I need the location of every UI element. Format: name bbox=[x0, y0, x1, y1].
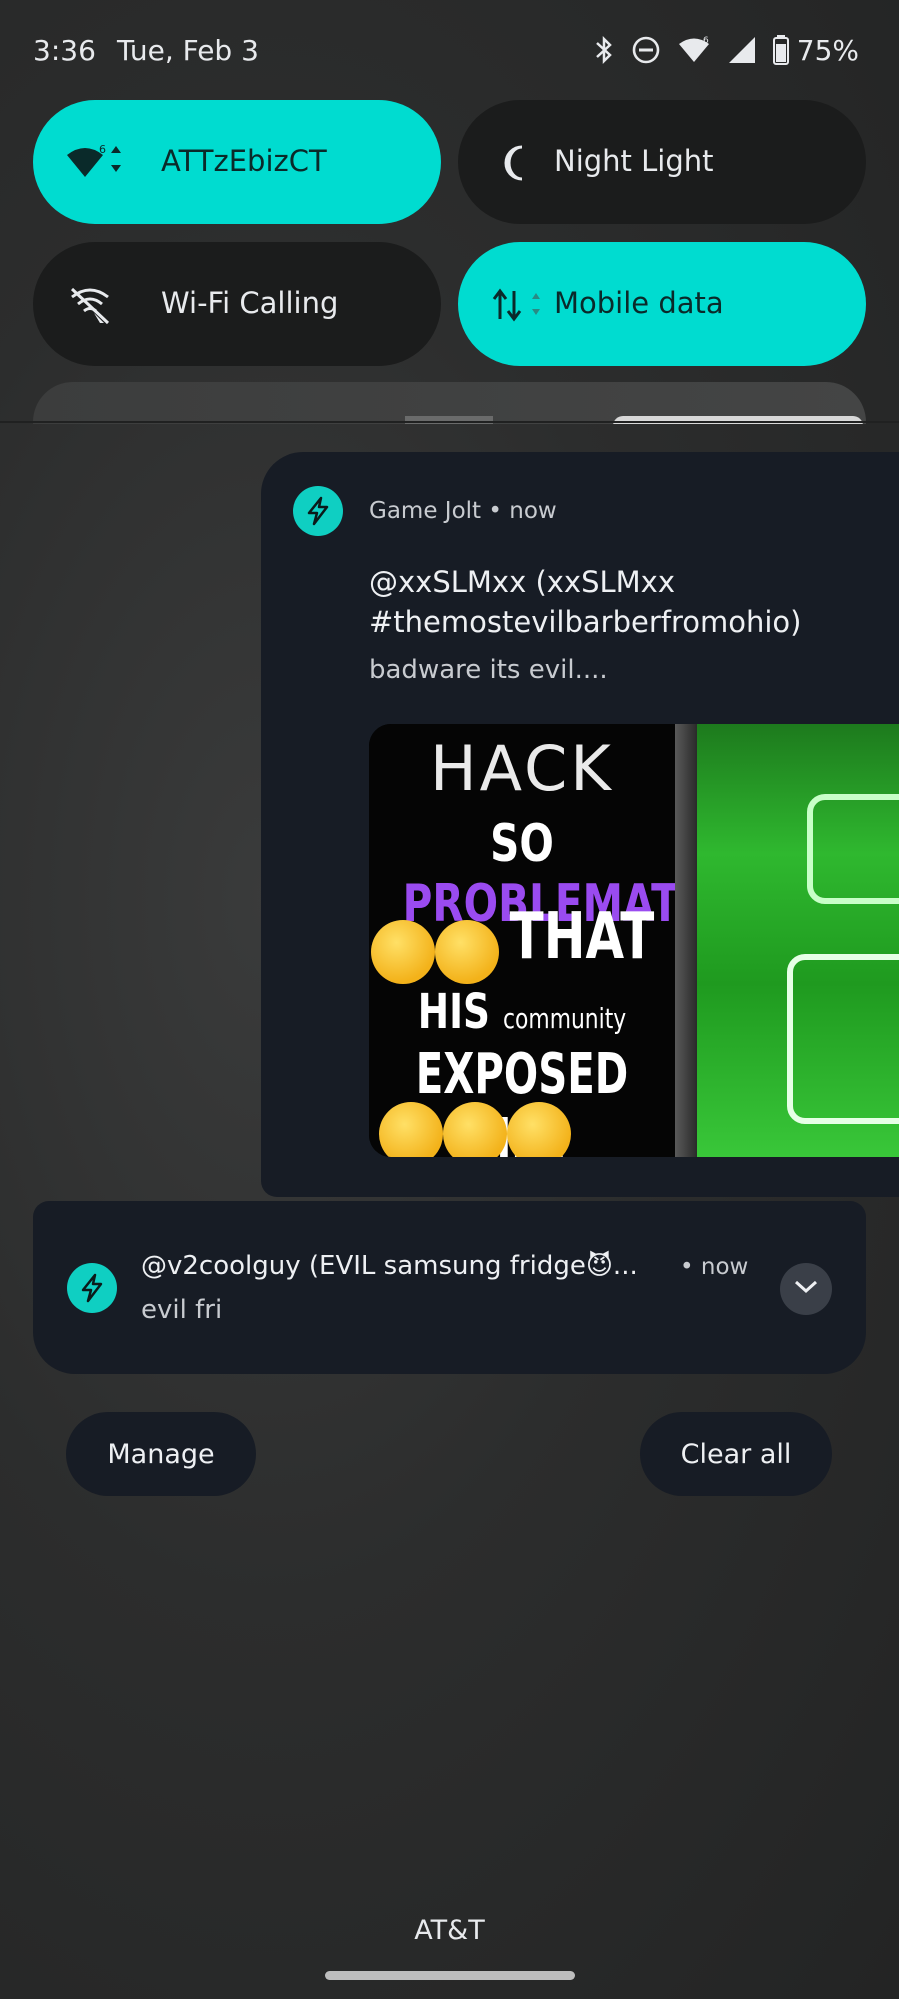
carrier-label: AT&T bbox=[414, 1915, 485, 1946]
signal-icon bbox=[727, 35, 757, 65]
svg-text:6: 6 bbox=[99, 143, 106, 156]
clear-all-button[interactable]: Clear all bbox=[640, 1412, 832, 1496]
notification-title: @v2coolguy (EVIL samsung fridge😈... bbox=[141, 1251, 638, 1281]
notification-time: now bbox=[509, 498, 557, 524]
tile-wifi-calling[interactable]: Wi-Fi Calling bbox=[33, 242, 441, 366]
tile-label: Wi-Fi Calling bbox=[161, 286, 339, 320]
wifi-icon: 6 bbox=[677, 35, 711, 65]
battery-percent: 75% bbox=[796, 33, 859, 67]
thumb-text-hack: HACK bbox=[430, 732, 614, 805]
thumb-text-that: THAT bbox=[509, 900, 655, 974]
clock: 3:36 bbox=[33, 34, 96, 67]
notification-v2coolguy[interactable]: @v2coolguy (EVIL samsung fridge😈... • no… bbox=[33, 1201, 866, 1374]
game-jolt-icon bbox=[293, 486, 343, 536]
app-name: Game Jolt bbox=[369, 498, 482, 524]
battery-icon bbox=[772, 35, 789, 65]
moon-icon bbox=[492, 140, 538, 186]
mobile-data-icon bbox=[492, 282, 548, 328]
dnd-icon bbox=[631, 35, 661, 65]
tile-label: ATTzEbizCT bbox=[161, 144, 327, 178]
date: Tue, Feb 3 bbox=[117, 34, 259, 67]
status-bar: 3:36 Tue, Feb 3 6 75% bbox=[0, 0, 899, 100]
status-icons: 6 75% bbox=[593, 30, 859, 70]
tile-wifi[interactable]: 6 ATTzEbizCT bbox=[33, 100, 441, 224]
notification-body: evil fri bbox=[141, 1295, 223, 1325]
tile-night-light[interactable]: Night Light bbox=[458, 100, 866, 224]
thumbnail-game-scene bbox=[697, 724, 899, 1157]
chevron-down-icon bbox=[793, 1279, 819, 1299]
shade-divider bbox=[0, 421, 899, 423]
tile-label: Night Light bbox=[554, 144, 714, 178]
bluetooth-icon bbox=[593, 35, 615, 65]
notification-body: badware its evil.... bbox=[369, 655, 608, 685]
tile-label: Mobile data bbox=[554, 286, 724, 320]
emoji-faces-icon bbox=[379, 1102, 571, 1157]
notification-image[interactable]: HACK SO PROBLEMATIC THAT HIS community E… bbox=[369, 724, 899, 1157]
notification-game-jolt[interactable]: Game Jolt • now @xxSLMxx (xxSLMxx #themo… bbox=[261, 452, 899, 1197]
home-gesture-bar[interactable] bbox=[325, 1971, 575, 1980]
notification-time: • now bbox=[680, 1254, 749, 1280]
game-jolt-icon bbox=[67, 1263, 117, 1313]
tile-mobile-data[interactable]: Mobile data bbox=[458, 242, 866, 366]
manage-button[interactable]: Manage bbox=[66, 1412, 256, 1496]
wifi-calling-off-icon bbox=[67, 282, 113, 328]
notification-title: @xxSLMxx (xxSLMxx #themostevilbarberfrom… bbox=[369, 565, 802, 639]
notification-header: Game Jolt • now bbox=[369, 498, 557, 524]
wifi-icon: 6 bbox=[65, 140, 135, 186]
header-separator: • bbox=[488, 498, 502, 524]
thumbnail-text-panel: HACK SO PROBLEMATIC THAT HIS community E… bbox=[369, 724, 724, 1157]
thumb-text-his-community: HIS community bbox=[417, 984, 627, 1040]
thumbnail-divider bbox=[675, 724, 697, 1157]
expand-button[interactable] bbox=[780, 1263, 832, 1315]
svg-text:6: 6 bbox=[703, 36, 709, 46]
